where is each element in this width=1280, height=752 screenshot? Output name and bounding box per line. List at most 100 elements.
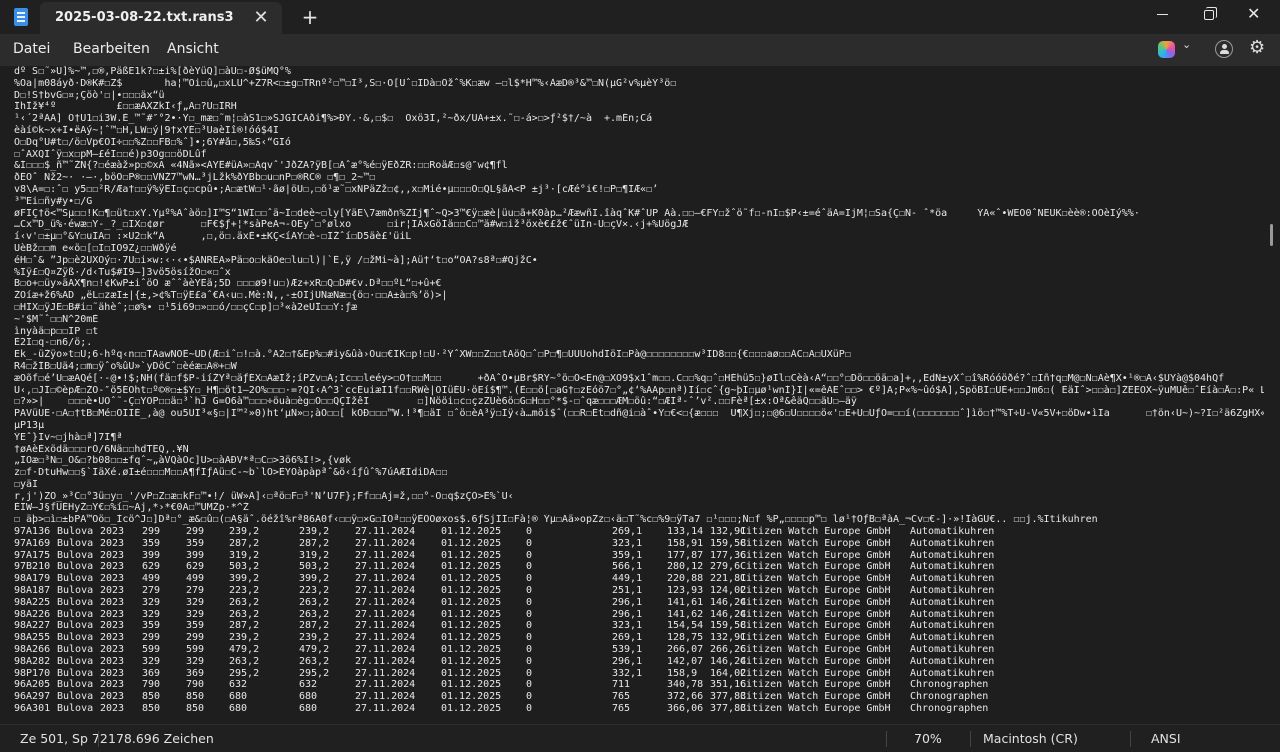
table-cell: 263,2	[299, 655, 330, 667]
menu-ansicht[interactable]: Ansicht	[167, 41, 219, 57]
text-line: D☐!S†bvG☐¤;Çöò'☐|•☐☐☐äx“ü	[14, 89, 165, 101]
gear-icon[interactable]: ⚙	[1249, 37, 1265, 58]
table-cell: 566,1	[612, 561, 643, 573]
text-editor[interactable]: dº S☐˜»U]%~™,☐®,PäßE1k?☐±i%[ðèYüQ]☐àU☐-Ø…	[0, 66, 1280, 724]
table-cell: 280,12	[667, 561, 704, 573]
chevron-down-icon[interactable]: ⌄	[1182, 38, 1191, 51]
status-divider	[1130, 731, 1131, 747]
table-cell: 372,66	[667, 691, 704, 703]
table-cell: Bulova	[57, 537, 94, 549]
table-cell: Chronographen	[910, 679, 989, 691]
table-cell: 680	[299, 703, 318, 715]
table-cell: 287,2	[299, 620, 330, 632]
text-line: †øAèÈxödä☐☐☐rÖ/6Ñä☐☐hdTEQ,.¥N	[14, 443, 189, 455]
vertical-scrollbar-thumb[interactable]	[1270, 224, 1273, 246]
table-row: 98A266 Bulova 2023 599 599 479,2 479,2 27.11.20…	[14, 644, 1264, 656]
document-tab[interactable]: 2025-03-08-22.txt.rans3 ✕	[40, 2, 282, 34]
table-row: 96A297 Bulova 2023 850 850 680 680 27.11.2024 01…	[14, 691, 1264, 703]
table-cell: 296,1	[612, 655, 643, 667]
table-cell: 142,07	[667, 655, 704, 667]
table-cell: 323,1	[612, 620, 643, 632]
table-cell: Bulova	[57, 596, 94, 608]
table-cell: 790	[142, 679, 161, 691]
table-cell: 96A301	[14, 703, 51, 715]
table-cell: 27.11.2024	[355, 691, 416, 703]
table-row: 96A205 Bulova 2023 790 790 632 632 27.11.2024 01…	[14, 679, 1264, 691]
text-line: ðÉÖˆ Ñž2~· ·–·,böÖ☐P®☐☐VÑŽ7™wN…³jLžk%ðYB…	[14, 172, 376, 184]
text-line: èàí©k~x+Î•ëÄý~¦ˆ™☐H,LW☐ý|9†xYÉ☐³ÚaèIî®!ó…	[14, 124, 279, 136]
table-cell: 0	[526, 620, 533, 632]
table-cell: Citizen Watch Europe GmbH	[740, 549, 891, 561]
text-line: ¹‹´2ªÄÄ] Ö†Ü1☐i3W.È_™˜#″°2•·Y☐_mæ☐˜m¦☐àS…	[14, 113, 653, 125]
table-cell: 359	[186, 537, 205, 549]
table-cell: 263,2	[299, 608, 330, 620]
table-cell: 279,6	[710, 561, 741, 573]
close-window-button[interactable]: ✕	[1232, 0, 1278, 30]
table-cell: Citizen Watch Europe GmbH	[740, 608, 891, 620]
table-row: 98A179 Bulova 2023 499 499 399,2 399,2 27.11.20…	[14, 573, 1264, 585]
minimize-button[interactable]	[1140, 0, 1186, 30]
table-cell: 287,2	[229, 537, 260, 549]
status-divider	[886, 731, 887, 747]
table-cell: 850	[142, 691, 161, 703]
table-cell: 599	[142, 644, 161, 656]
table-cell: 790	[186, 679, 205, 691]
text-line: µP13µ	[14, 419, 45, 431]
table-cell: 98P170	[14, 667, 51, 679]
table-cell: Citizen Watch Europe GmbH	[740, 703, 891, 715]
table-cell: 98A255	[14, 632, 51, 644]
new-tab-button[interactable]: +	[298, 5, 322, 29]
table-cell: Automatikuhren	[910, 537, 995, 549]
table-cell: 01.12.2025	[441, 549, 502, 561]
encoding[interactable]: ANSI	[1151, 731, 1181, 746]
table-cell: 239,2	[229, 632, 260, 644]
tab-title: 2025-03-08-22.txt.rans3	[55, 10, 234, 25]
table-cell: 399	[142, 549, 161, 561]
table-row: 98A225 Bulova 2023 329 329 263,2 263,2 27.11.20…	[14, 597, 1264, 609]
maximize-button[interactable]	[1186, 0, 1232, 30]
table-cell: 27.11.2024	[355, 608, 416, 620]
table-cell: 269,1	[612, 526, 643, 538]
table-cell: 329	[186, 596, 205, 608]
table-cell: 01.12.2025	[441, 537, 502, 549]
table-cell: 329	[186, 655, 205, 667]
menu-datei[interactable]: Datei	[13, 41, 50, 57]
table-cell: 27.11.2024	[355, 620, 416, 632]
table-cell: 2023	[100, 691, 125, 703]
table-row: 98P170 Bulova 2023 369 369 295,2 295,2 27.11.20…	[14, 668, 1264, 680]
table-cell: 251,1	[612, 585, 643, 597]
menu-bearbeiten[interactable]: Bearbeiten	[73, 41, 150, 57]
table-cell: 98A226	[14, 608, 51, 620]
zoom-level[interactable]: 70%	[914, 731, 942, 746]
table-cell: 2023	[100, 620, 125, 632]
table-cell: 2023	[100, 573, 125, 585]
table-cell: 340,78	[667, 679, 704, 691]
table-cell: 680	[229, 691, 248, 703]
line-ending[interactable]: Macintosh (CR)	[983, 731, 1078, 746]
table-cell: Chronographen	[910, 691, 989, 703]
table-cell: 0	[526, 703, 533, 715]
text-line: Ö☐Dq°Ü#t☐/ö☐Vp€OI÷☐☐%Z☐☐FB☐%ˆ]•;6Y#å☐,5‰…	[14, 136, 291, 148]
table-cell: 2023	[100, 585, 125, 597]
table-cell: 503,2	[299, 561, 330, 573]
table-cell: 158,9	[667, 667, 698, 679]
table-cell: 2023	[100, 596, 125, 608]
close-tab-icon[interactable]: ✕	[250, 7, 272, 29]
table-row: 98A226 Bulova 2023 329 329 263,2 263,2 27.11.20…	[14, 609, 1264, 621]
table-cell: 359	[142, 537, 161, 549]
table-cell: 263,2	[229, 655, 260, 667]
table-cell: 359	[142, 620, 161, 632]
copilot-icon[interactable]	[1158, 41, 1175, 58]
text-line: ☐ˆÄXQIˆÿ☐x☐pM–£éI☐☐é)p3Ög☐☐öDLûf	[14, 148, 207, 160]
table-cell: 399,2	[229, 573, 260, 585]
table-cell: 27.11.2024	[355, 632, 416, 644]
table-cell: 0	[526, 549, 533, 561]
table-cell: 629	[186, 561, 205, 573]
table-cell: Citizen Watch Europe GmbH	[740, 667, 891, 679]
text-line: È2I☐q-☐n6/ö;.	[14, 337, 93, 349]
table-cell: 296,1	[612, 608, 643, 620]
table-cell: 128,75	[667, 632, 704, 644]
title-bar: 2025-03-08-22.txt.rans3 ✕ + ✕	[0, 0, 1280, 34]
account-icon[interactable]	[1215, 40, 1233, 58]
table-cell: 01.12.2025	[441, 608, 502, 620]
